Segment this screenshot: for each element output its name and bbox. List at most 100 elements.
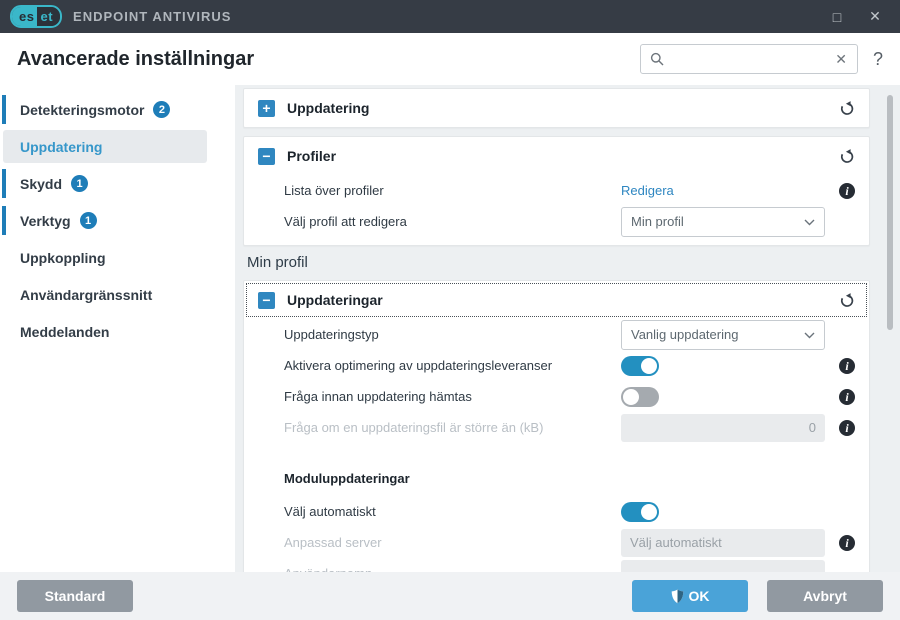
row-optimering: Aktivera optimering av uppdateringslever… (244, 350, 869, 381)
profile-select-dropdown[interactable]: Min profil (621, 207, 825, 237)
ok-button[interactable]: OK (632, 580, 748, 612)
info-icon[interactable]: i (839, 358, 855, 374)
window-controls: □ ✕ (822, 4, 890, 30)
section-title: Profiler (287, 148, 336, 164)
row-fraga-storre-an: Fråga om en uppdateringsfil är större än… (244, 412, 869, 443)
section-profiler-header[interactable]: − Profiler (244, 137, 869, 175)
field-label: Välj profil att redigera (284, 214, 621, 229)
sidebar-item-label: Uppdatering (20, 139, 102, 155)
page-title: Avancerade inställningar (17, 48, 254, 71)
app-name: ENDPOINT ANTIVIRUS (73, 9, 231, 24)
dropdown-value: Min profil (631, 214, 684, 229)
field-label: Lista över profiler (284, 183, 621, 198)
sidebar-item-label: Uppkoppling (20, 250, 106, 266)
attention-badge: 2 (153, 101, 170, 118)
section-uppdateringar: − Uppdateringar Uppdateringstyp Vanlig u… (243, 280, 870, 572)
sidebar-item-verktyg[interactable]: Verktyg 1 (3, 204, 207, 237)
sidebar-item-label: Användargränssnitt (20, 287, 152, 303)
info-icon[interactable]: i (839, 183, 855, 199)
ask-before-download-toggle[interactable] (621, 387, 659, 407)
row-lista-over-profiler: Lista över profiler Redigera i (244, 175, 869, 206)
row-anvandarnamn: Användarnamn (244, 558, 869, 572)
standard-button-label: Standard (45, 588, 106, 604)
titlebar: es et ENDPOINT ANTIVIRUS □ ✕ (0, 0, 900, 33)
chevron-down-icon (804, 214, 815, 229)
clear-search-icon[interactable]: ✕ (834, 51, 848, 68)
field-label: Fråga innan uppdatering hämtas (284, 389, 621, 404)
section-uppdatering: + Uppdatering (243, 88, 870, 128)
attention-badge: 1 (71, 175, 88, 192)
sidebar-item-label: Detekteringsmotor (20, 102, 144, 118)
sidebar-item-label: Verktyg (20, 213, 71, 229)
field-label: Uppdateringstyp (284, 327, 621, 342)
maximize-icon[interactable]: □ (822, 4, 852, 30)
info-icon[interactable]: i (839, 535, 855, 551)
cancel-button[interactable]: Avbryt (767, 580, 883, 612)
collapse-icon[interactable]: − (258, 292, 275, 309)
row-valj-automatiskt: Välj automatiskt (244, 496, 869, 527)
field-label: Anpassad server (284, 535, 621, 550)
accent-bar (2, 206, 6, 235)
revert-to-default-icon[interactable] (839, 292, 855, 308)
section-uppdatering-header[interactable]: + Uppdatering (244, 89, 869, 127)
optimize-delivery-toggle[interactable] (621, 356, 659, 376)
collapse-icon[interactable]: − (258, 148, 275, 165)
revert-to-default-icon[interactable] (839, 148, 855, 164)
sidebar-item-uppkoppling[interactable]: Uppkoppling (3, 241, 207, 274)
attention-badge: 1 (80, 212, 97, 229)
footer: Standard OK Avbryt (0, 572, 900, 620)
section-title: Uppdatering (287, 100, 369, 116)
scrollbar-thumb[interactable] (887, 95, 893, 330)
sidebar-item-detekteringsmotor[interactable]: Detekteringsmotor 2 (3, 93, 207, 126)
accent-bar (2, 169, 6, 198)
field-label: Användarnamn (284, 566, 621, 572)
file-size-input-disabled: 0 (621, 414, 825, 442)
section-uppdateringar-header[interactable]: − Uppdateringar (244, 281, 869, 319)
expand-icon[interactable]: + (258, 100, 275, 117)
auto-select-toggle[interactable] (621, 502, 659, 522)
custom-server-input-disabled: Välj automatiskt (621, 529, 825, 557)
sidebar-item-label: Skydd (20, 176, 62, 192)
row-fraga-innan: Fråga innan uppdatering hämtas i (244, 381, 869, 412)
sidebar-item-anvandargranssnitt[interactable]: Användargränssnitt (3, 278, 207, 311)
search-input[interactable] (664, 52, 834, 67)
eset-logo-icon: es et (10, 5, 62, 28)
module-updates-heading: Moduluppdateringar (244, 471, 869, 486)
body: Detekteringsmotor 2 Uppdatering Skydd 1 … (0, 85, 900, 572)
eset-logo-right: et (37, 7, 60, 26)
sidebar-item-skydd[interactable]: Skydd 1 (3, 167, 207, 200)
main-content: + Uppdatering − Profiler (235, 85, 900, 572)
chevron-down-icon (804, 327, 815, 342)
help-icon[interactable]: ? (873, 49, 883, 70)
row-uppdateringstyp: Uppdateringstyp Vanlig uppdatering (244, 319, 869, 350)
accent-bar (2, 95, 6, 124)
info-icon[interactable]: i (839, 420, 855, 436)
profile-name-heading: Min profil (247, 254, 870, 271)
close-icon[interactable]: ✕ (860, 4, 890, 30)
sidebar-item-meddelanden[interactable]: Meddelanden (3, 315, 207, 348)
header: Avancerade inställningar ✕ ? (0, 33, 900, 85)
search-icon (650, 52, 664, 66)
cancel-button-label: Avbryt (803, 588, 847, 604)
eset-logo-left: es (12, 7, 37, 26)
eset-settings-window: es et ENDPOINT ANTIVIRUS □ ✕ Avancerade … (0, 0, 900, 620)
field-label: Fråga om en uppdateringsfil är större än… (284, 420, 621, 435)
redigera-link[interactable]: Redigera (621, 183, 674, 198)
row-anpassad-server: Anpassad server Välj automatiskt i (244, 527, 869, 558)
dropdown-value: Vanlig uppdatering (631, 327, 738, 342)
shield-icon (671, 589, 684, 604)
sidebar-item-label: Meddelanden (20, 324, 109, 340)
update-type-dropdown[interactable]: Vanlig uppdatering (621, 320, 825, 350)
field-label: Aktivera optimering av uppdateringslever… (284, 358, 621, 373)
section-profiler: − Profiler Lista över profiler Redigera (243, 136, 870, 246)
row-valj-profil: Välj profil att redigera Min profil (244, 206, 869, 237)
revert-to-default-icon[interactable] (839, 100, 855, 116)
username-input-disabled (621, 560, 825, 573)
info-icon[interactable]: i (839, 389, 855, 405)
sidebar: Detekteringsmotor 2 Uppdatering Skydd 1 … (0, 85, 235, 572)
standard-button[interactable]: Standard (17, 580, 133, 612)
search-box[interactable]: ✕ (640, 44, 858, 74)
sidebar-item-uppdatering[interactable]: Uppdatering (3, 130, 207, 163)
field-label: Välj automatiskt (284, 504, 621, 519)
section-title: Uppdateringar (287, 292, 383, 308)
